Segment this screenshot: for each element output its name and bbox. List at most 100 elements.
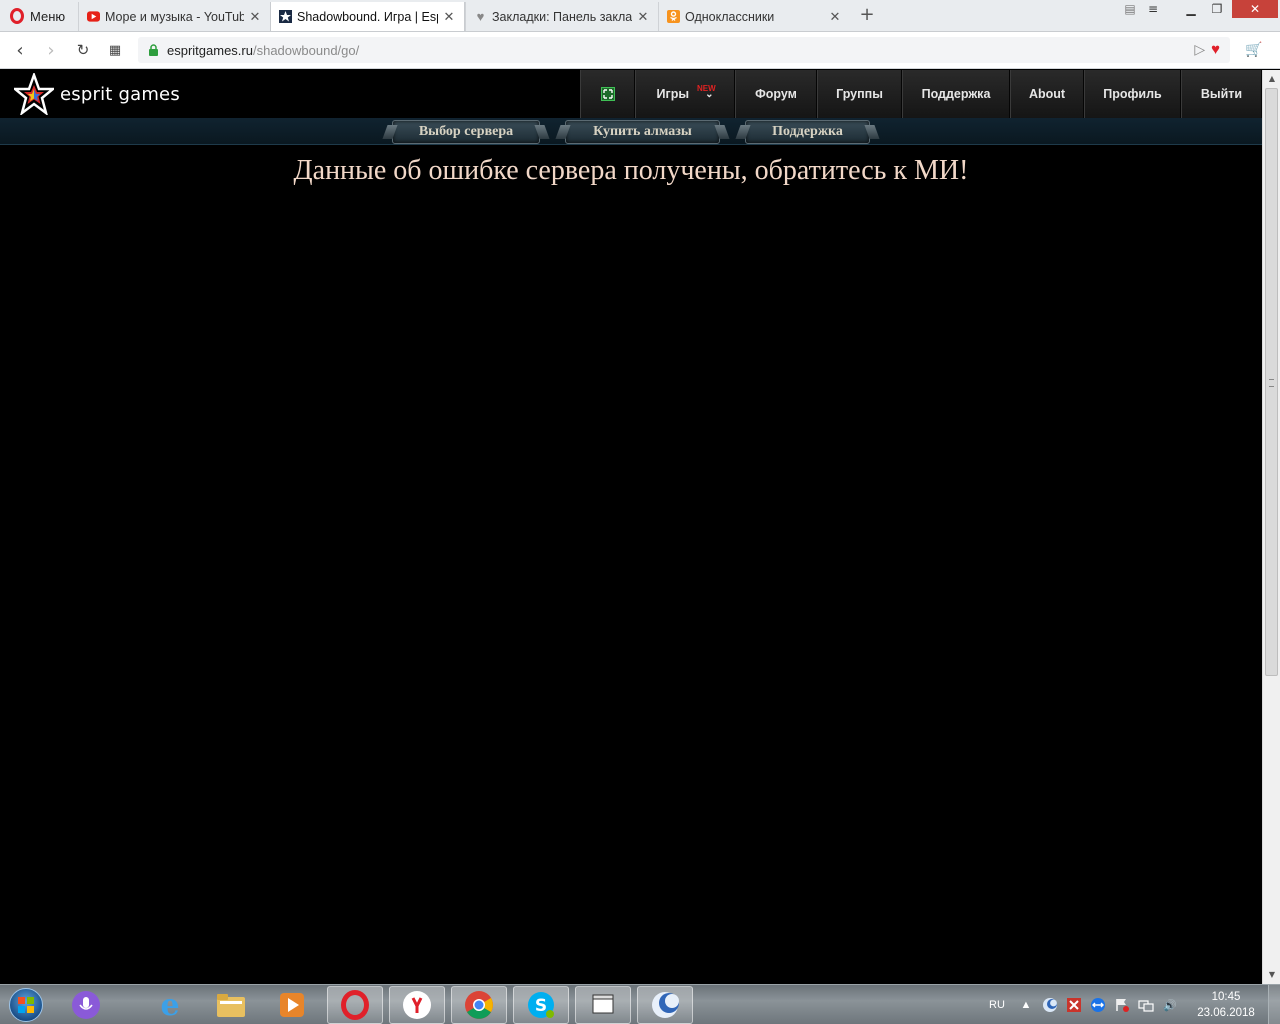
bookmark-heart-icon[interactable]: ♥ (1211, 41, 1220, 58)
game-support-label: Поддержка (772, 124, 843, 139)
server-error-message: Данные об ошибке сервера получены, обрат… (293, 155, 969, 186)
taskbar-windows-explorer[interactable] (575, 986, 631, 1024)
close-tab-icon[interactable]: ✕ (248, 9, 262, 25)
close-tab-icon[interactable]: ✕ (636, 9, 650, 25)
url-host: espritgames.ru (167, 42, 253, 58)
buy-diamonds-label: Купить алмазы (593, 124, 692, 139)
language-indicator[interactable]: RU (983, 996, 1011, 1014)
tab-title: Shadowbound. Игра | Esprit (297, 9, 438, 24)
tab-title: Море и музыка - YouTube (105, 9, 244, 24)
volume-icon[interactable]: 🔊 (1161, 996, 1179, 1014)
minimize-icon[interactable]: ▁ (1178, 0, 1204, 18)
teamviewer-icon[interactable] (1089, 996, 1107, 1014)
server-select-label: Выбор сервера (418, 124, 514, 139)
url-input[interactable]: espritgames.ru/shadowbound/go/ ▷ ♥ (138, 37, 1230, 63)
site-header: esprit games Игры NEW ⌄ Форум Группы Под… (0, 70, 1280, 118)
taskbar-voice-assistant[interactable] (58, 986, 114, 1024)
nav-groups-label: Группы (836, 87, 883, 101)
taskbar-media-player[interactable] (264, 986, 320, 1024)
easy-setup-icon[interactable]: ≡ (1142, 0, 1164, 18)
antivirus-icon[interactable] (1065, 996, 1083, 1014)
reload-icon[interactable]: ↻ (73, 40, 93, 60)
youtube-icon (87, 10, 100, 23)
nav-games[interactable]: Игры NEW ⌄ (635, 70, 735, 118)
tab-menu-icon[interactable]: ▤ (1120, 0, 1140, 18)
scroll-thumb[interactable] (1265, 88, 1278, 676)
close-tab-icon[interactable]: ✕ (828, 9, 842, 25)
nav-games-label: Игры (656, 87, 690, 101)
windows-taskbar: e S RU ▲ 🔊 10:45 23.06.2018 (0, 984, 1280, 1024)
tab-youtube[interactable]: Море и музыка - YouTube ✕ (78, 2, 270, 31)
server-select-button[interactable]: Выбор сервера (392, 120, 540, 144)
opera-menu-label: Меню (30, 8, 66, 24)
scroll-up-arrow-icon[interactable]: ▲ (1263, 70, 1280, 87)
opera-menu-button[interactable]: Меню (0, 0, 78, 32)
nav-about-label: About (1028, 87, 1066, 101)
top-navigation: Игры NEW ⌄ Форум Группы Поддержка About … (580, 70, 1262, 118)
page-scrollbar[interactable]: ▲ ▼ (1262, 70, 1280, 984)
speed-dial-grid-icon[interactable]: ▦ (105, 40, 125, 60)
taskbar-yandex-browser[interactable] (389, 986, 445, 1024)
taskbar-clock[interactable]: 10:45 23.06.2018 (1190, 989, 1262, 1021)
buy-diamonds-button[interactable]: Купить алмазы (565, 120, 720, 144)
fullscreen-button[interactable] (580, 70, 635, 118)
crescent-launcher-icon (652, 992, 679, 1018)
new-badge: NEW (697, 84, 716, 93)
system-tray: RU ▲ 🔊 (980, 985, 1182, 1024)
nav-forum[interactable]: Форум (735, 70, 817, 118)
game-support-button[interactable]: Поддержка (745, 120, 870, 144)
show-desktop-button[interactable] (1268, 985, 1280, 1024)
taskbar-chrome[interactable] (451, 986, 507, 1024)
action-center-flag-icon[interactable] (1113, 996, 1131, 1014)
nav-logout-label: Выйти (1200, 87, 1243, 101)
tab-title: Одноклассники (685, 9, 775, 24)
clock-time: 10:45 (1211, 991, 1241, 1003)
back-arrow-icon[interactable]: ‹ (10, 40, 30, 61)
nav-profile[interactable]: Профиль (1084, 70, 1181, 118)
fullscreen-icon (600, 87, 615, 101)
forward-arrow-icon[interactable]: › (41, 40, 61, 61)
send-icon[interactable]: ▷ (1194, 41, 1205, 58)
esprit-games-logo[interactable]: esprit games (14, 72, 180, 116)
game-subnav: Выбор сервера Купить алмазы Поддержка (0, 118, 1280, 145)
espritgames-icon (279, 10, 292, 23)
taskbar-game-launcher[interactable] (637, 986, 693, 1024)
show-hidden-icons-icon[interactable]: ▲ (1017, 996, 1035, 1014)
opera-icon (341, 990, 369, 1020)
secure-lock-icon (148, 44, 159, 56)
restore-icon[interactable]: ❐ (1204, 0, 1230, 18)
taskbar-internet-explorer[interactable]: e (142, 986, 198, 1024)
tab-shadowbound[interactable]: Shadowbound. Игра | Esprit ✕ (270, 2, 465, 31)
nav-groups[interactable]: Группы (817, 70, 902, 118)
cart-icon[interactable]: 🛒 (1244, 40, 1264, 60)
start-button[interactable] (2, 986, 50, 1024)
star-logo-icon (14, 73, 54, 115)
taskbar-skype[interactable]: S (513, 986, 569, 1024)
nav-logout[interactable]: Выйти (1181, 70, 1262, 118)
launcher-tray-icon[interactable] (1041, 996, 1059, 1014)
network-icon[interactable] (1137, 996, 1155, 1014)
nav-forum-label: Форум (755, 87, 797, 101)
chrome-icon (465, 991, 493, 1019)
tab-odnoklassniki[interactable]: Одноклассники ✕ (658, 2, 850, 31)
grip-icon (1269, 379, 1274, 387)
tab-bookmarks[interactable]: ♥ Закладки: Панель закладок ✕ (465, 2, 658, 31)
nav-support[interactable]: Поддержка (902, 70, 1010, 118)
scroll-down-arrow-icon[interactable]: ▼ (1263, 966, 1280, 983)
nav-about[interactable]: About (1010, 70, 1084, 118)
yandex-browser-icon (403, 991, 431, 1019)
close-tab-icon[interactable]: ✕ (442, 9, 456, 25)
microphone-icon (72, 991, 100, 1019)
taskbar-explorer[interactable] (203, 986, 259, 1024)
opera-logo-icon (10, 8, 24, 24)
new-tab-plus-icon[interactable]: + (858, 6, 876, 24)
windows-logo-icon (9, 988, 43, 1022)
svg-text:S: S (535, 996, 547, 1016)
media-player-icon (280, 993, 304, 1017)
address-bar-row: ‹ › ↻ ▦ espritgames.ru/shadowbound/go/ ▷… (0, 32, 1280, 69)
odnoklassniki-icon (667, 10, 680, 23)
heart-icon: ♥ (476, 9, 485, 24)
window-close-icon[interactable]: ✕ (1232, 0, 1278, 18)
nav-support-label: Поддержка (921, 87, 991, 101)
taskbar-opera[interactable] (327, 986, 383, 1024)
